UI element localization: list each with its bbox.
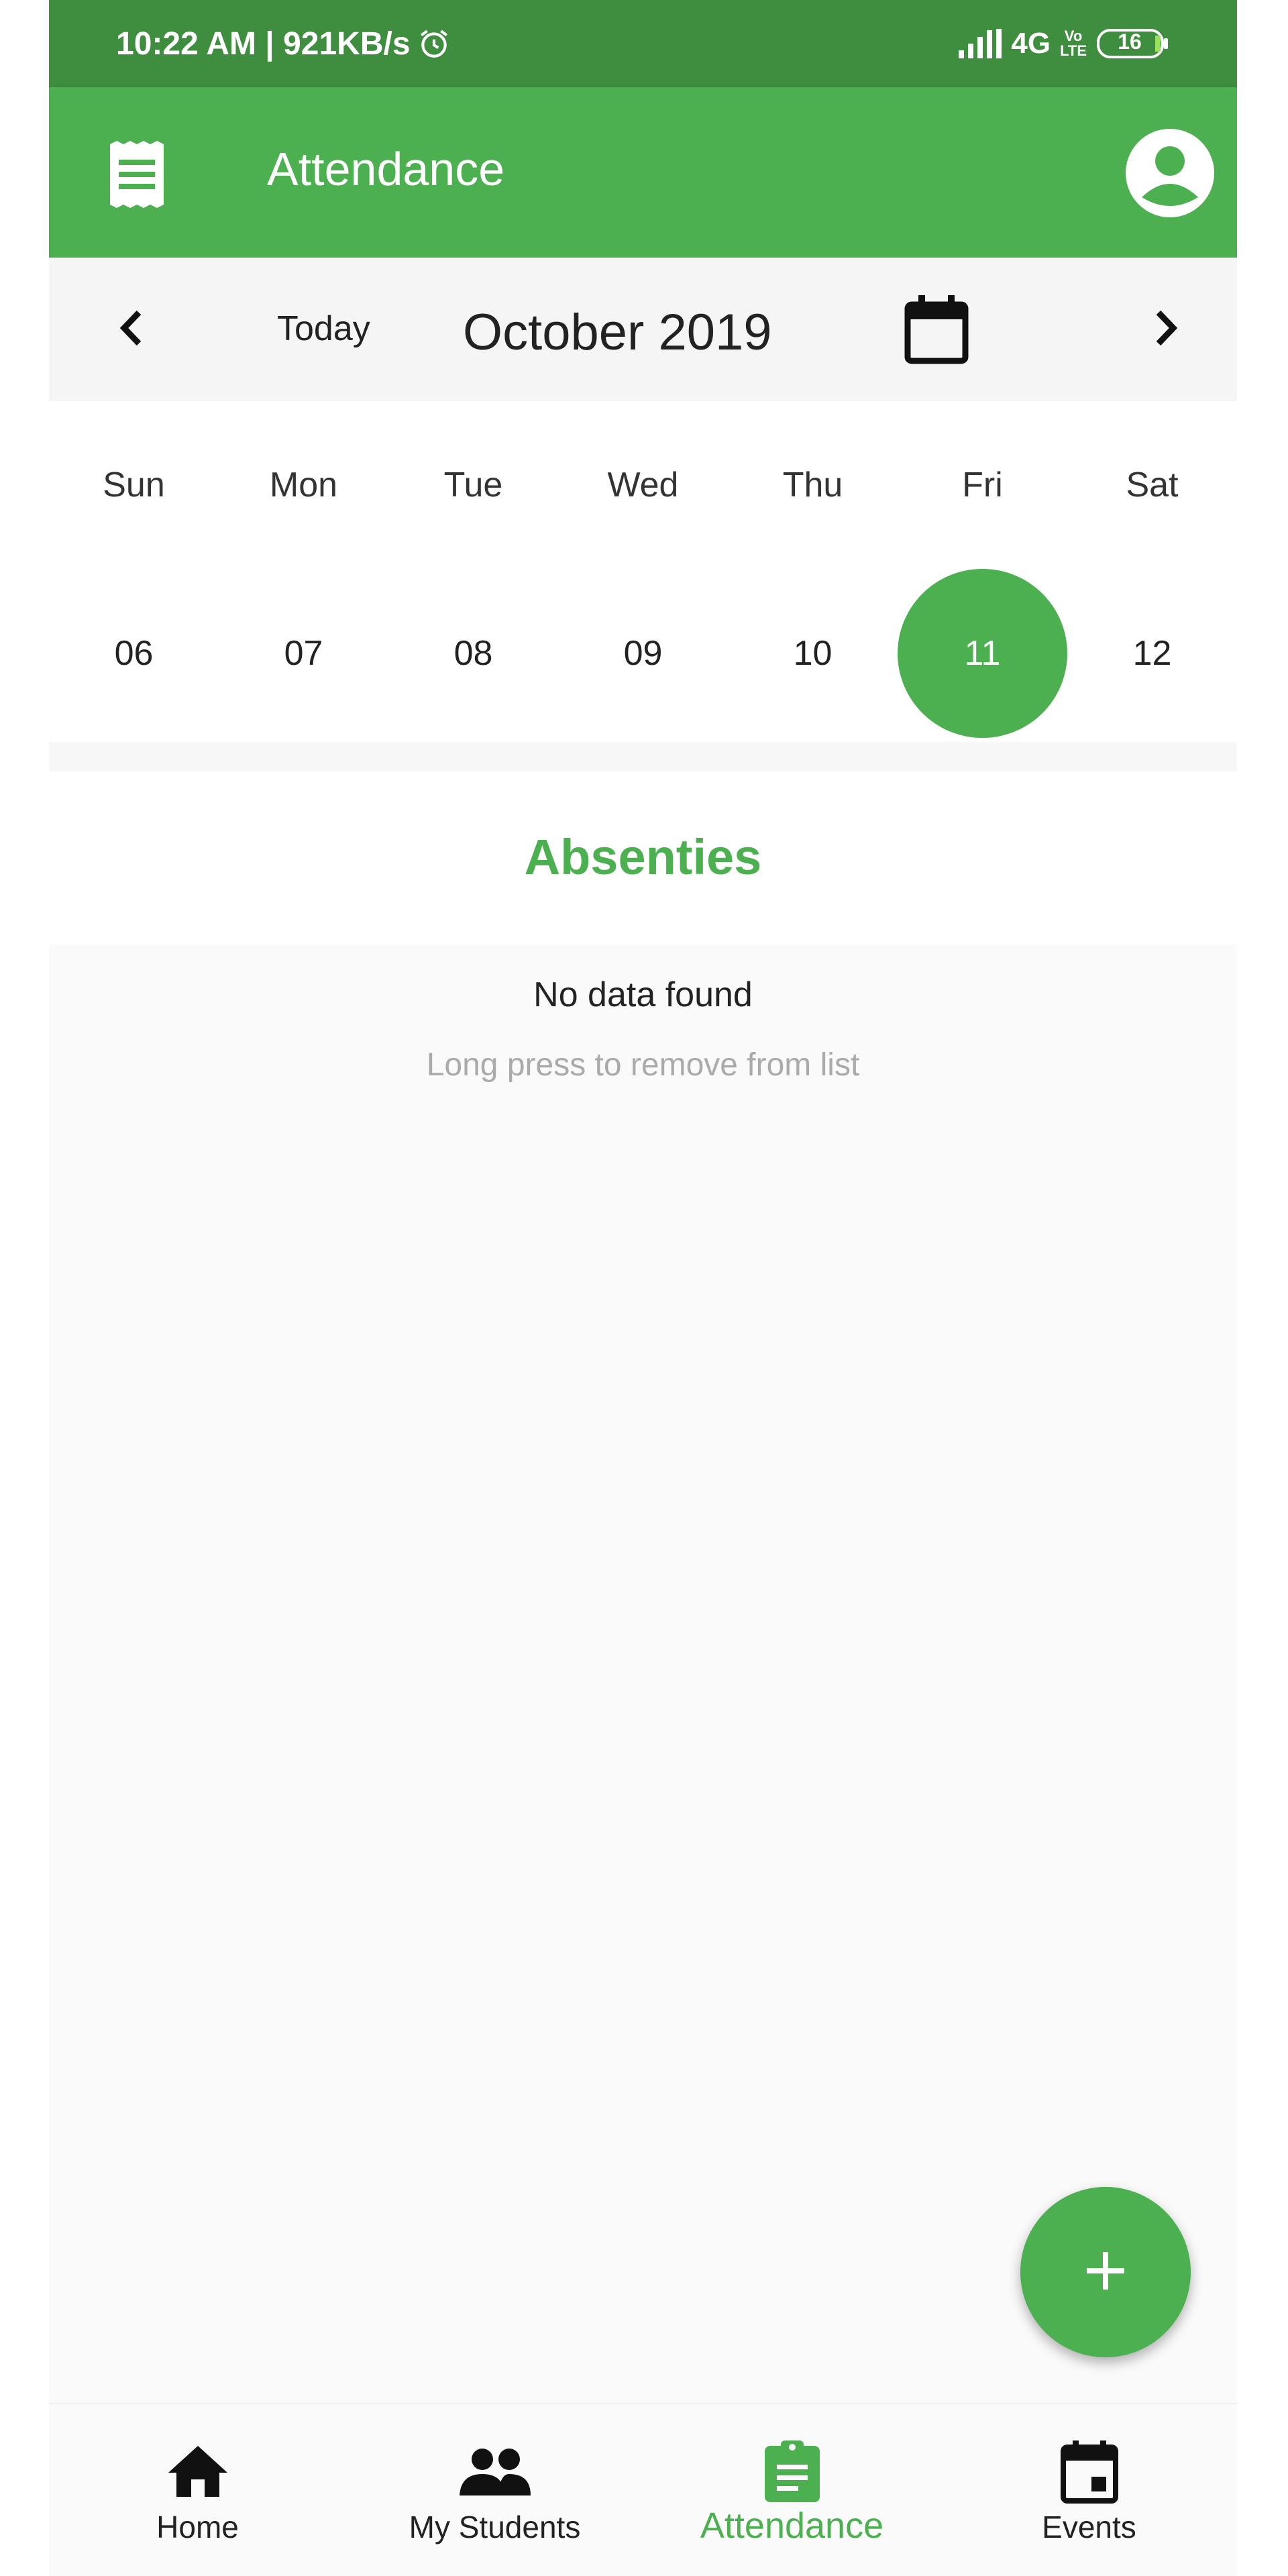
day-name: Sun — [103, 466, 165, 504]
divider — [49, 742, 1237, 771]
day-name: Sat — [1126, 466, 1179, 504]
event-icon — [1059, 2438, 1120, 2505]
home-icon — [167, 2438, 229, 2505]
day-number: 09 — [623, 634, 663, 673]
nav-label: My Students — [409, 2510, 581, 2544]
people-icon — [458, 2438, 532, 2505]
network-type: 4G — [1011, 27, 1051, 60]
day-number: 08 — [453, 634, 493, 673]
absentees-list[interactable]: No data found Long press to remove from … — [49, 945, 1237, 2400]
volte-bottom: LTE — [1060, 42, 1087, 59]
nav-label: Attendance — [700, 2506, 884, 2546]
nav-label: Home — [156, 2510, 239, 2544]
signal-icon — [959, 29, 1002, 58]
month-label: October 2019 — [463, 304, 772, 361]
page-title: Attendance — [267, 143, 505, 195]
day-mon[interactable]: Mon 07 — [219, 401, 388, 742]
status-right: 4G Vo LTE 16 — [959, 27, 1170, 60]
month-navigation: Today October 2019 — [49, 258, 1237, 401]
nav-item-events[interactable]: Events — [941, 2404, 1237, 2576]
chevron-left-icon[interactable] — [103, 298, 163, 358]
section-title: Absenties — [524, 829, 762, 885]
battery-icon: 16 — [1096, 27, 1170, 60]
week-strip: Sun 06 Mon 07 Tue 08 Wed 09 Thu 10 Fri 1… — [49, 401, 1237, 742]
status-left: 10:22 AM | 921KB/s — [116, 25, 451, 62]
chevron-right-icon[interactable] — [1134, 298, 1195, 358]
app-bar: Attendance — [49, 87, 1237, 258]
bottom-navigation: Home My Students Attendance Events — [49, 2403, 1237, 2576]
day-number: 11 — [964, 634, 1001, 673]
day-number: 10 — [793, 634, 833, 673]
day-number: 12 — [1132, 634, 1172, 673]
day-name: Tue — [443, 466, 503, 504]
day-fri-selected[interactable]: Fri 11 — [898, 401, 1067, 742]
empty-state-text: No data found — [533, 975, 753, 1014]
status-bar: 10:22 AM | 921KB/s 4G Vo LTE 16 — [49, 0, 1237, 87]
day-name: Thu — [782, 466, 843, 504]
calendar-icon[interactable] — [900, 292, 973, 366]
nav-item-attendance[interactable]: Attendance — [643, 2404, 941, 2576]
add-button[interactable] — [1020, 2187, 1191, 2357]
add-icon — [1079, 2244, 1132, 2301]
day-name: Mon — [269, 466, 338, 504]
day-sun[interactable]: Sun 06 — [49, 401, 219, 742]
clipboard-icon — [762, 2438, 822, 2505]
battery-level: 16 — [1118, 30, 1142, 54]
day-tue[interactable]: Tue 08 — [388, 401, 558, 742]
day-thu[interactable]: Thu 10 — [728, 401, 898, 742]
alarm-icon — [417, 27, 451, 60]
phone-screen: 10:22 AM | 921KB/s 4G Vo LTE 16 Attendan… — [49, 0, 1237, 2576]
day-wed[interactable]: Wed 09 — [558, 401, 728, 742]
nav-item-my-students[interactable]: My Students — [346, 2404, 643, 2576]
volte-top: Vo — [1064, 28, 1083, 44]
day-name: Wed — [607, 466, 679, 504]
day-number: 06 — [114, 634, 154, 673]
day-number: 07 — [284, 634, 323, 673]
hint-text: Long press to remove from list — [426, 1047, 860, 1083]
status-time-speed: 10:22 AM | 921KB/s — [116, 25, 411, 62]
account-circle-icon[interactable] — [1124, 127, 1216, 219]
nav-item-home[interactable]: Home — [49, 2404, 346, 2576]
day-sat[interactable]: Sat 12 — [1067, 401, 1237, 742]
nav-label: Events — [1042, 2510, 1136, 2544]
today-button[interactable]: Today — [277, 309, 370, 349]
day-name: Fri — [962, 466, 1003, 504]
receipt-icon[interactable] — [107, 141, 167, 208]
section-header: Absenties — [49, 771, 1237, 945]
volte-indicator: Vo LTE — [1060, 29, 1087, 58]
